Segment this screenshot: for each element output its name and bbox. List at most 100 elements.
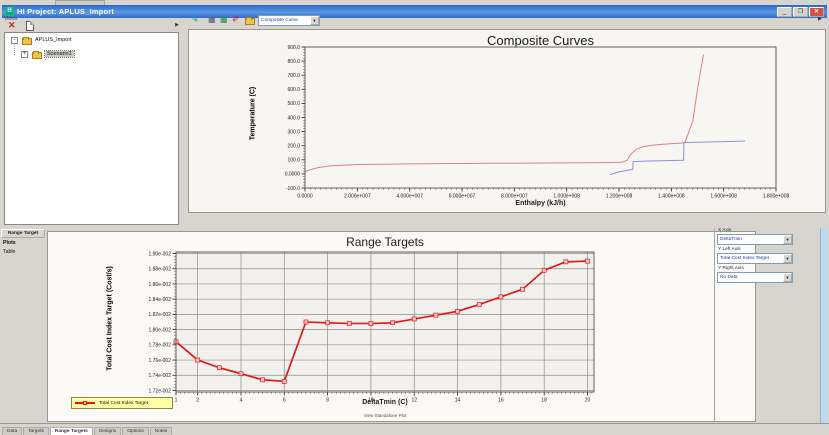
data-point-marker (239, 372, 243, 376)
data-point-marker (586, 259, 590, 263)
y-tick-label: 1.86e-002 (148, 282, 171, 288)
x-tick-label: 2.000e+007 (344, 194, 371, 200)
y-tick-label: -100.0 (286, 186, 300, 192)
range-targets-plot: 124681012141618201.72e-0021.74e-0021.76e… (48, 232, 755, 421)
window-title: HI Project: APLUS_Import (17, 7, 114, 16)
data-point-marker (521, 287, 525, 291)
y-tick-label: 1.72e-002 (148, 388, 171, 394)
data-point-marker (391, 321, 395, 325)
scenario-tree: - APLUS_Import + Scenario1 (4, 32, 179, 225)
project-tree-panel: Views ✕ ▶ - APLUS_Import + Scenario1 (2, 18, 183, 227)
tab-notes[interactable]: Notes (150, 427, 173, 435)
x-tick-label: 1.400e+008 (658, 194, 685, 200)
tab-options[interactable]: Options (122, 427, 149, 435)
x-tick-label: 0.0000 (297, 194, 313, 200)
x-tick-label: 6 (283, 398, 286, 404)
x-tick-label: 6.000e+007 (449, 194, 476, 200)
tree-root-label[interactable]: APLUS_Import (35, 37, 72, 43)
plot-background (176, 252, 594, 392)
x-tick-label: 4 (240, 398, 243, 404)
data-point-marker (217, 366, 221, 370)
chevron-down-icon[interactable]: ▼ (783, 273, 792, 282)
data-point-marker (347, 322, 351, 326)
range-target-pane-header: Range Target (1, 229, 45, 238)
new-document-icon[interactable] (26, 21, 34, 31)
folder-icon (22, 38, 32, 45)
y-left-axis-dropdown[interactable]: Total Cost Index Target ▼ (717, 253, 793, 264)
tab-range-targets[interactable]: Range Targets (50, 427, 93, 435)
y-tick-label: 100.0 (287, 158, 300, 164)
data-point-marker (412, 317, 416, 321)
table-import-icon[interactable]: ▦ (208, 15, 216, 25)
data-point-marker (282, 379, 286, 383)
delete-icon[interactable]: ✕ (8, 20, 16, 31)
data-point-marker (456, 309, 460, 313)
y-tick-label: 1.88e-002 (148, 267, 171, 273)
x-tick-label: 8.000e+007 (501, 194, 528, 200)
y-left-axis-value: Total Cost Index Target (718, 256, 783, 261)
close-button[interactable]: ✕ (809, 7, 824, 17)
x-tick-label: 10 (368, 398, 374, 404)
panel-expander-icon[interactable]: ▶ (175, 22, 179, 28)
chevron-down-icon[interactable]: ▼ (783, 235, 792, 244)
chevron-down-icon[interactable]: ▼ (783, 254, 792, 263)
edit-pen-icon[interactable]: ✐ (232, 14, 240, 24)
x-axis-dropdown[interactable]: DeltaTmin ▼ (717, 234, 793, 245)
y-tick-label: 1.82e-002 (148, 312, 171, 318)
x-tick-label: 1 (175, 398, 178, 404)
data-point-marker (542, 268, 546, 272)
range-targets-pane: Range Targets Total Cost Index Target (C… (47, 231, 756, 422)
sidebar-item-plots[interactable]: Plots (3, 240, 16, 246)
data-point-marker (477, 303, 481, 307)
data-point-marker (369, 322, 373, 326)
y-tick-label: 1.84e-002 (148, 297, 171, 303)
y-tick-label: 300.0 (287, 129, 300, 135)
x-tick-label: 1.600e+008 (710, 194, 737, 200)
plot-type-value: Composite Curve (259, 18, 310, 23)
x-tick-label: 1.000e+008 (553, 194, 580, 200)
tree-child-toggle[interactable]: + (21, 51, 28, 58)
tree-root-toggle[interactable]: - (11, 37, 18, 44)
tree-item-scenario1[interactable]: Scenario1 (45, 51, 74, 57)
y-tick-label: 1.80e-002 (148, 327, 171, 333)
y-right-axis-field-label: Y Right Axis (718, 266, 744, 271)
y-tick-label: 1.78e-002 (148, 343, 171, 349)
top-panel-expander-icon[interactable]: ▶ (818, 16, 822, 22)
y-right-axis-dropdown[interactable]: No Data ▼ (717, 272, 793, 283)
data-point-marker (499, 295, 503, 299)
right-edge-strip (820, 228, 827, 423)
y-tick-label: 0.0000 (285, 172, 301, 178)
x-tick-label: 16 (498, 398, 504, 404)
tab-data[interactable]: Data (2, 427, 22, 435)
y-left-axis-field-label: Y Left Axis (718, 247, 741, 252)
x-axis-value: DeltaTmin (718, 237, 783, 242)
folder-icon[interactable] (245, 18, 255, 25)
data-point-marker (564, 260, 568, 264)
folder-icon (32, 52, 42, 59)
data-point-marker (196, 358, 200, 362)
composite-curves-plot: 0.0000 2.000e+007 4.000e+007 6.000e+007 8.00… (189, 30, 825, 212)
x-tick-label: 4.000e+007 (396, 194, 423, 200)
x-tick-label: 14 (455, 398, 461, 404)
tab-designs[interactable]: Designs (94, 427, 121, 435)
sidebar-item-table[interactable]: Table (3, 249, 15, 255)
options-panel-divider (714, 228, 715, 422)
plot-type-dropdown[interactable]: Composite Curve ▼ (258, 15, 320, 26)
plot-border (305, 47, 776, 188)
tab-targets[interactable]: Targets (23, 427, 49, 435)
composite-curves-pane: Composite Curves Temperature (C) Enthalp… (188, 29, 826, 213)
y-tick-label: 400.0 (287, 115, 300, 121)
y-tick-label: 900.0 (287, 45, 300, 51)
maximize-button[interactable]: ❐ (793, 7, 808, 17)
pen-tool-icon[interactable]: ✎ (191, 14, 199, 24)
chevron-down-icon[interactable]: ▼ (310, 16, 319, 25)
y-tick-label: 1.90e-002 (148, 251, 171, 257)
series-hot_composite (305, 55, 704, 172)
x-tick-label: 18 (541, 398, 547, 404)
panel-splitter[interactable] (183, 18, 186, 227)
grid-view-icon[interactable]: ▦ (220, 15, 228, 25)
minimize-button[interactable]: _ (777, 7, 792, 17)
y-tick-label: 1.76e-002 (148, 358, 171, 364)
x-axis-field-label: X Axis (718, 228, 731, 233)
data-point-marker (261, 378, 265, 382)
